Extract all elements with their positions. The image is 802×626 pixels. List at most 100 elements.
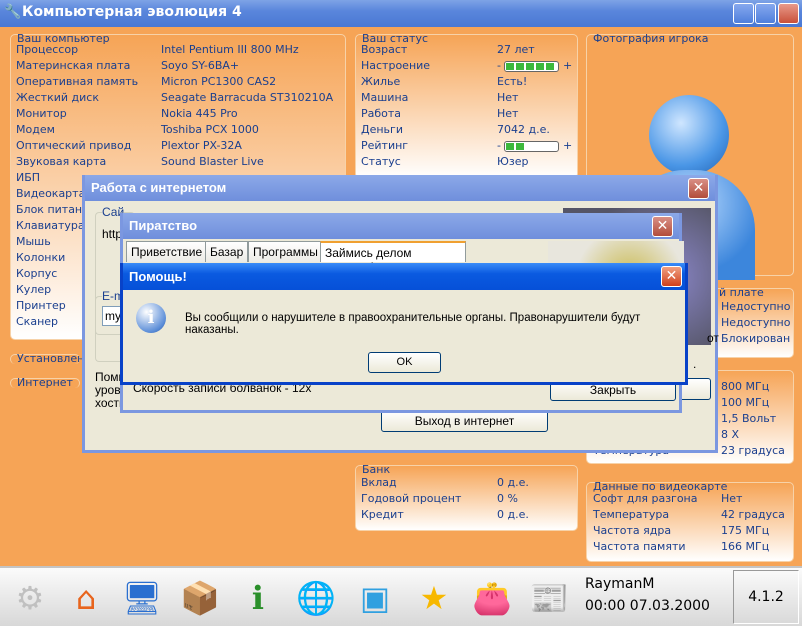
window-title: Работа с интернетом (85, 175, 715, 201)
username: RaymanM (585, 576, 655, 592)
tab-get-to-work[interactable]: Займись делом наконец! (320, 241, 466, 274)
row-label: Частота ядра (593, 524, 672, 537)
row-label: Блок питани (16, 203, 90, 216)
row-label: ИБП (16, 171, 41, 184)
row-label: Частота памяти (593, 540, 686, 553)
row-value: 175 МГц (721, 524, 770, 537)
installed-group: Установленн (10, 352, 92, 365)
game-datetime: 00:00 07.03.2000 (585, 598, 710, 614)
computer-icon[interactable]: 🖥 (120, 576, 164, 620)
group-title: Интернет (17, 376, 73, 389)
mobo-value: Блокирован (721, 332, 791, 345)
tab-programs[interactable]: Программы (248, 241, 323, 262)
row-value: Toshiba PCX 1000 (161, 123, 259, 136)
avatar (649, 95, 729, 175)
kde-icon[interactable]: ⚙ (8, 576, 52, 620)
text-fragment: . (693, 357, 697, 371)
row-label: Работа (361, 107, 402, 120)
level-bar: - + (497, 139, 572, 152)
wallet-icon[interactable]: 👛 (470, 576, 514, 620)
app-title: Компьютерная эволюция 4 (22, 4, 242, 20)
row-label: Сканер (16, 315, 59, 328)
row-value: Sound Blaster Live (161, 155, 264, 168)
site-value: http (102, 227, 123, 241)
cpu-value: 8 X (721, 428, 740, 441)
exit-internet-button[interactable]: Выход в интернет (381, 410, 548, 432)
row-value: 166 МГц (721, 540, 770, 553)
close-button[interactable] (778, 3, 799, 24)
row-label: Деньги (361, 123, 403, 136)
row-label: Вклад (361, 476, 397, 489)
text-fragment: от (707, 331, 719, 345)
row-label: Модем (16, 123, 55, 136)
dialog-message: Вы сообщили о нарушителе в правоохраните… (185, 312, 641, 336)
tab-welcome[interactable]: Приветствие (126, 241, 208, 262)
row-label: Процессор (16, 43, 79, 56)
row-value: Intel Pentium III 800 MHz (161, 43, 299, 56)
web-browser-icon[interactable]: 🌐 (294, 576, 338, 620)
row-label: Кредит (361, 508, 404, 521)
taskbar: ⚙ ⌂ 🖥 📦 ℹ 🌐 ▣ ★ 👛 📰 RaymanM 00:00 07.03.… (0, 566, 802, 626)
group-title: Банк (362, 463, 391, 476)
decrease-button[interactable]: - (497, 59, 501, 72)
blocks-icon[interactable]: ▣ (353, 576, 397, 620)
app-title-bar: 🔧 Компьютерная эволюция 4 (0, 0, 802, 27)
row-label: Температура (593, 508, 670, 521)
row-value: Есть! (497, 75, 528, 88)
row-value: Micron PC1300 CAS2 (161, 75, 277, 88)
row-label: Годовой процент (361, 492, 462, 505)
row-value: Seagate Barracuda ST310210A (161, 91, 334, 104)
row-label: Монитор (16, 107, 67, 120)
cpu-value: 100 МГц (721, 396, 770, 409)
row-value: 27 лет (497, 43, 535, 56)
row-value: Нет (497, 91, 519, 104)
mobo-value: Недоступно (721, 316, 791, 329)
row-label: Корпус (16, 267, 58, 280)
row-value: Нет (721, 492, 743, 505)
maximize-button[interactable] (755, 3, 776, 24)
row-value: Юзер (497, 155, 529, 168)
decrease-button[interactable]: - (497, 139, 501, 152)
close-button[interactable]: ✕ (652, 216, 673, 237)
row-value: 0 % (497, 492, 518, 505)
info-card-icon[interactable]: ℹ (236, 576, 280, 620)
cpu-value: 1,5 Вольт (721, 412, 777, 425)
home-icon[interactable]: ⌂ (64, 576, 108, 620)
help-dialog: Помощь! ✕ i Вы сообщили о нарушителе в п… (120, 263, 688, 385)
tab-bazaar[interactable]: Базар (205, 241, 249, 262)
version-label: 4.1.2 (733, 570, 799, 624)
info-icon: i (136, 303, 166, 333)
cpu-value: 23 градуса (721, 444, 785, 457)
row-value: 0 д.е. (497, 508, 529, 521)
software-box-icon[interactable]: 📦 (178, 576, 222, 620)
ok-button[interactable]: OK (368, 352, 441, 373)
row-label: Софт для разгона (593, 492, 698, 505)
mobo-value: Недоступно (721, 300, 791, 313)
row-label: Видеокарта (16, 187, 86, 200)
newspaper-icon[interactable]: 📰 (527, 576, 571, 620)
close-button[interactable]: ✕ (661, 266, 682, 287)
increase-button[interactable]: + (563, 59, 572, 72)
row-label: Материнская плата (16, 59, 131, 72)
group-title: й плате (719, 286, 764, 299)
close-button[interactable]: ✕ (688, 178, 709, 199)
row-label: Машина (361, 91, 409, 104)
row-label: Рейтинг (361, 139, 409, 152)
row-label: Мышь (16, 235, 51, 248)
row-label: Оперативная память (16, 75, 139, 88)
row-label: Принтер (16, 299, 66, 312)
row-value: Nokia 445 Pro (161, 107, 238, 120)
row-label: Клавиатура (16, 219, 85, 232)
minimize-button[interactable] (733, 3, 754, 24)
level-bar: - + (497, 59, 572, 72)
star-icon[interactable]: ★ (412, 576, 456, 620)
row-label: Возраст (361, 43, 408, 56)
increase-button[interactable]: + (563, 139, 572, 152)
row-value: 0 д.е. (497, 476, 529, 489)
row-label: Статус (361, 155, 401, 168)
row-value: Нет (497, 107, 519, 120)
row-label: Оптический привод (16, 139, 132, 152)
row-label: Жесткий диск (16, 91, 99, 104)
row-label: Колонки (16, 251, 66, 264)
row-label: Настроение (361, 59, 431, 72)
